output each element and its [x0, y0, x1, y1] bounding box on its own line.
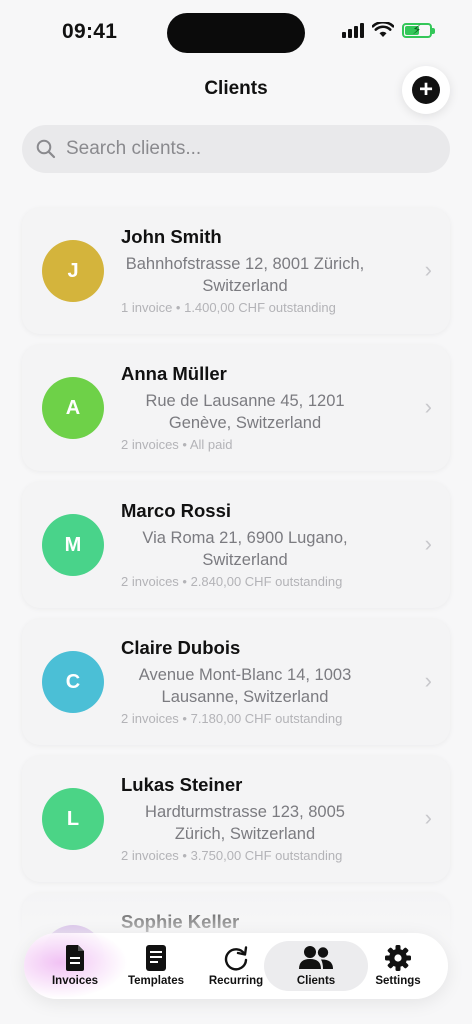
clients-screen: 09:41 ⚡ Clients + J: [0, 0, 472, 1024]
chevron-right-icon: ›: [424, 805, 432, 830]
tab-recurring[interactable]: Recurring: [204, 933, 268, 999]
client-address: Rue de Lausanne 45, 1201 Genève, Switzer…: [145, 392, 345, 432]
client-name: Marco Rossi: [121, 500, 232, 521]
client-invoice-summary: 2 invoices • All paid: [121, 437, 233, 452]
tab-label: Recurring: [208, 975, 264, 987]
dynamic-island: [167, 13, 305, 53]
wifi-icon: [372, 22, 394, 37]
search-input[interactable]: [66, 138, 426, 160]
search-bar[interactable]: [22, 125, 450, 173]
status-icons: ⚡: [342, 22, 435, 38]
client-name: Anna Müller: [121, 363, 227, 384]
client-avatar: C: [42, 651, 104, 713]
tab-label: Templates: [127, 975, 185, 987]
client-invoice-summary: 2 invoices • 7.180,00 CHF outstanding: [121, 711, 343, 726]
chevron-right-icon: ›: [424, 394, 432, 419]
client-invoice-summary: 2 invoices • 3.750,00 CHF outstanding: [121, 848, 343, 863]
status-bar: 09:41 ⚡: [0, 0, 472, 64]
client-address: Bahnhofstrasse 12, 8001 Zürich, Switzerl…: [125, 255, 365, 295]
client-address: Hardturmstrasse 123, 8005 Zürich, Switze…: [145, 803, 345, 843]
add-client-button[interactable]: +: [402, 66, 450, 114]
client-address: Avenue Mont-Blanc 14, 1003 Lausanne, Swi…: [138, 666, 352, 706]
clients-icon: [298, 945, 334, 971]
client-card[interactable]: A Anna Müller Rue de Lausanne 45, 1201 G…: [22, 345, 450, 471]
tab-clients[interactable]: Clients: [286, 933, 346, 999]
client-invoice-summary: 2 invoices • 2.840,00 CHF outstanding: [121, 574, 343, 589]
tab-label: Invoices: [51, 975, 99, 987]
status-time: 09:41: [62, 20, 118, 43]
client-name: Claire Dubois: [121, 637, 241, 658]
invoice-icon: [64, 945, 86, 971]
plus-icon: +: [412, 76, 440, 104]
client-list: J John Smith Bahnhofstrasse 12, 8001 Zür…: [22, 208, 450, 1024]
template-icon: [145, 945, 167, 971]
cellular-signal-icon: [342, 22, 364, 38]
client-avatar: J: [42, 240, 104, 302]
client-name: Sophie Keller: [121, 911, 240, 932]
client-card[interactable]: J John Smith Bahnhofstrasse 12, 8001 Zür…: [22, 208, 450, 334]
chevron-right-icon: ›: [424, 257, 432, 282]
chevron-right-icon: ›: [424, 531, 432, 556]
client-avatar: M: [42, 514, 104, 576]
tab-settings[interactable]: Settings: [368, 933, 428, 999]
client-card[interactable]: M Marco Rossi Via Roma 21, 6900 Lugano, …: [22, 482, 450, 608]
client-avatar: A: [42, 377, 104, 439]
client-name: John Smith: [121, 226, 222, 247]
tab-invoices[interactable]: Invoices: [46, 933, 104, 999]
client-card[interactable]: C Claire Dubois Avenue Mont-Blanc 14, 10…: [22, 619, 450, 745]
recurring-icon: [223, 945, 249, 971]
gear-icon: [385, 945, 411, 971]
client-card[interactable]: L Lukas Steiner Hardturmstrasse 123, 800…: [22, 756, 450, 882]
search-icon: [36, 139, 56, 159]
client-address: Via Roma 21, 6900 Lugano, Switzerland: [142, 529, 348, 569]
client-avatar: L: [42, 788, 104, 850]
tab-templates[interactable]: Templates: [124, 933, 188, 999]
battery-icon: ⚡: [402, 22, 435, 38]
tab-label: Settings: [375, 975, 421, 987]
tab-bar: Invoices Templates Recurring Clients Set…: [24, 933, 448, 999]
chevron-right-icon: ›: [424, 668, 432, 693]
client-invoice-summary: 1 invoice • 1.400,00 CHF outstanding: [121, 300, 336, 315]
tab-label: Clients: [296, 975, 336, 987]
client-name: Lukas Steiner: [121, 774, 243, 795]
